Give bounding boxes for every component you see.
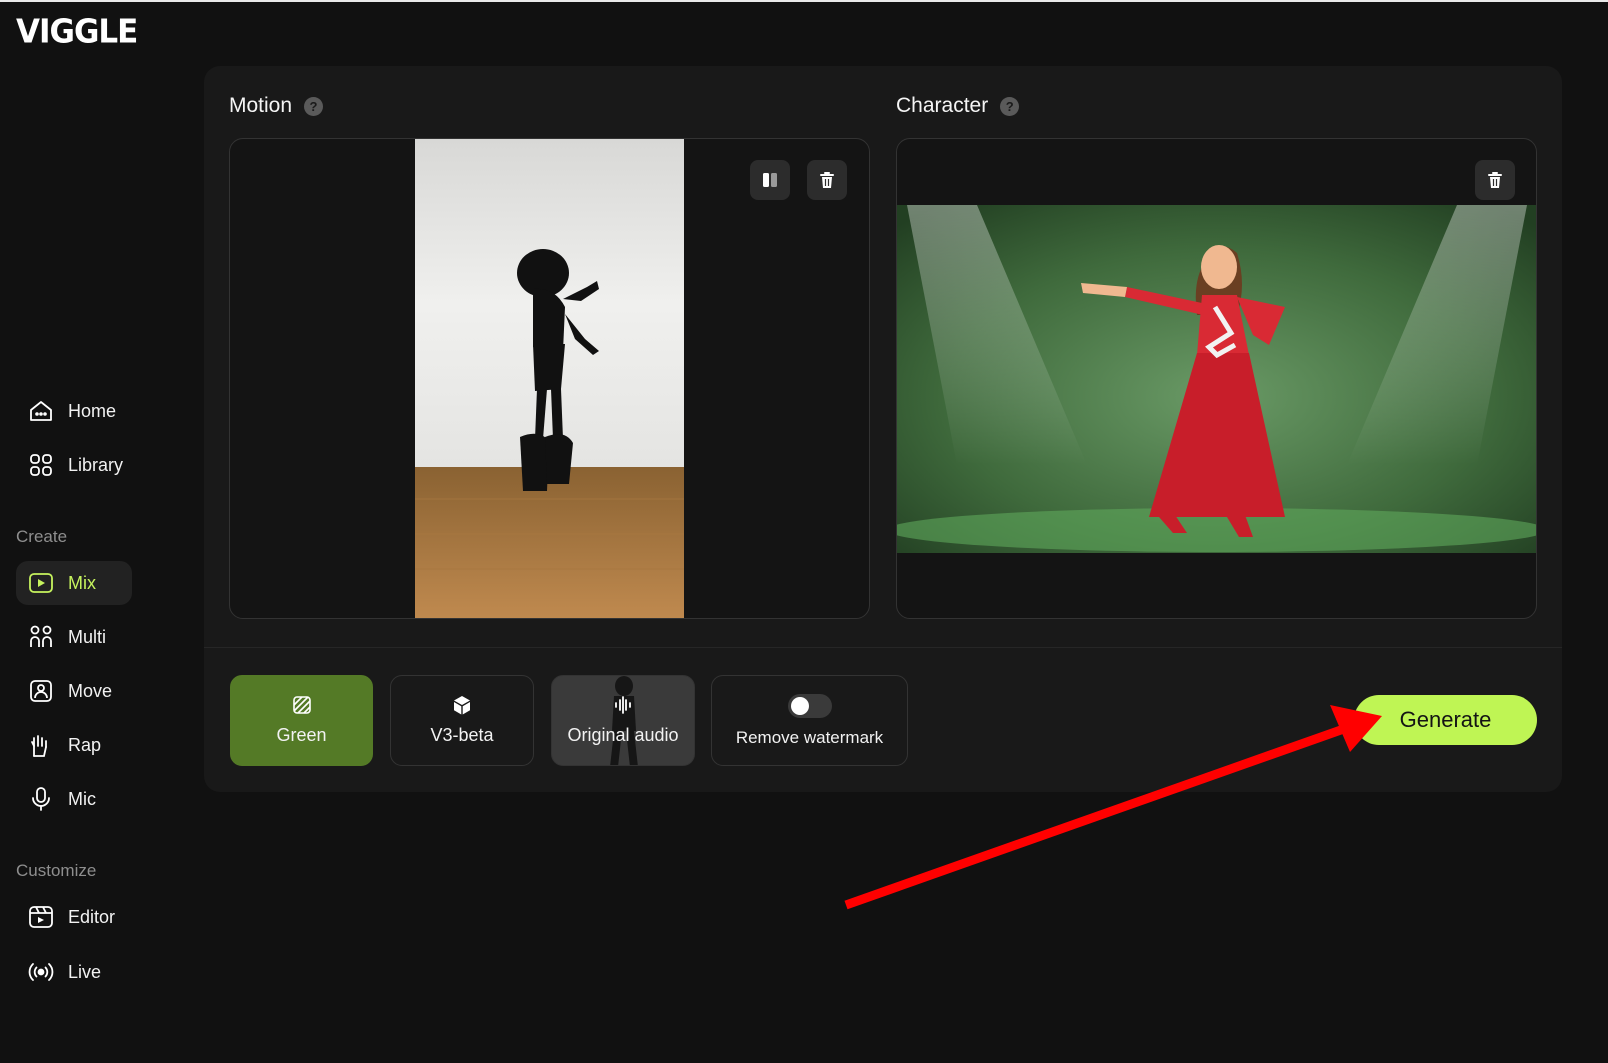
- sidebar-item-rap[interactable]: Rap: [16, 723, 132, 767]
- motion-video-preview: [415, 139, 684, 618]
- original-audio-option[interactable]: Original audio: [551, 675, 695, 766]
- panel-divider: [204, 647, 1562, 648]
- sidebar-item-mic[interactable]: Mic: [16, 777, 132, 821]
- home-icon: [30, 401, 52, 421]
- split-view-button[interactable]: [750, 160, 790, 200]
- v3-beta-label: V3-beta: [430, 725, 494, 745]
- help-icon[interactable]: ?: [1000, 96, 1020, 116]
- character-title-text: Character: [896, 94, 989, 117]
- green-screen-icon: [292, 696, 311, 714]
- audio-waveform-icon: [615, 696, 631, 714]
- character-title: Character ?: [896, 94, 1020, 118]
- remove-watermark-toggle[interactable]: [787, 693, 832, 718]
- sidebar-item-label: Move: [68, 680, 113, 701]
- sidebar-item-library[interactable]: Library: [16, 443, 132, 487]
- sidebar-item-editor[interactable]: Editor: [16, 895, 132, 939]
- delete-character-button[interactable]: [1475, 160, 1515, 200]
- sidebar-item-label: Mic: [68, 788, 96, 809]
- sidebar-item-label: Library: [68, 454, 124, 475]
- original-audio-label: Original audio: [567, 725, 679, 745]
- customize-section-label: Customize: [16, 861, 97, 880]
- sidebar-item-label: Mix: [68, 572, 96, 593]
- help-icon[interactable]: ?: [304, 96, 324, 116]
- viggle-logo[interactable]: VIGGLE: [16, 13, 138, 51]
- remove-watermark-option[interactable]: Remove watermark: [711, 675, 908, 766]
- audio-thumbnail-figure: [610, 676, 638, 765]
- multi-icon: [30, 625, 52, 647]
- window-top-edge: [0, 0, 1608, 2]
- motion-title-text: Motion: [229, 94, 293, 117]
- motion-video-slot[interactable]: [229, 138, 870, 619]
- library-icon: [30, 454, 52, 476]
- split-view-icon: [763, 173, 777, 187]
- rap-icon: [31, 735, 47, 757]
- sidebar-item-multi[interactable]: Multi: [16, 615, 132, 659]
- motion-title: Motion ?: [229, 94, 324, 118]
- sidebar-item-label: Multi: [68, 626, 107, 647]
- sidebar-item-home[interactable]: Home: [16, 389, 132, 433]
- green-label: Green: [276, 725, 327, 745]
- character-image-preview: [897, 205, 1536, 553]
- sidebar-item-label: Editor: [68, 906, 116, 927]
- mic-icon: [32, 787, 50, 811]
- create-section-label: Create: [16, 527, 68, 546]
- mix-icon: [29, 573, 53, 593]
- green-background-option[interactable]: Green: [230, 675, 373, 766]
- cube-icon: [454, 696, 470, 715]
- mix-panel: Motion ? Character ? Green V3-beta Origi…: [204, 66, 1562, 792]
- sidebar-item-mix[interactable]: Mix: [16, 561, 132, 605]
- move-icon: [30, 680, 52, 702]
- sidebar-item-move[interactable]: Move: [16, 669, 132, 713]
- sidebar-item-label: Live: [68, 961, 102, 982]
- trash-icon: [1488, 172, 1502, 188]
- model-v3-beta-option[interactable]: V3-beta: [390, 675, 534, 766]
- remove-watermark-label: Remove watermark: [735, 727, 884, 747]
- delete-motion-button[interactable]: [807, 160, 847, 200]
- sidebar-item-label: Home: [68, 400, 117, 421]
- sidebar-item-live[interactable]: Live: [16, 950, 132, 994]
- sidebar-item-label: Rap: [68, 734, 102, 755]
- trash-icon: [820, 172, 834, 188]
- live-icon: [28, 963, 54, 981]
- editor-icon: [29, 906, 53, 928]
- generate-button[interactable]: Generate: [1354, 695, 1537, 745]
- character-image-slot[interactable]: [896, 138, 1537, 619]
